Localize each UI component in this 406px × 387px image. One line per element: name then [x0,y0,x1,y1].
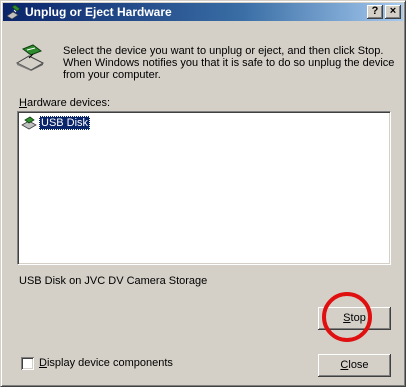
unplug-hardware-icon [15,44,45,71]
list-item[interactable]: USB Disk [21,115,91,130]
close-button-text: lose [348,359,369,371]
display-components-checkbox[interactable] [21,357,34,370]
display-components-text: isplay device components [46,357,173,369]
close-button[interactable]: Close [318,354,391,377]
instructions-text: Select the device you want to unplug or … [63,45,395,81]
display-components-label[interactable]: Display device components [39,357,173,369]
display-components-mnemonic: D [39,357,47,369]
window-title: Unplug or Eject Hardware [25,5,172,19]
usb-disk-icon [21,116,37,129]
device-description: USB Disk on JVC DV Camera Storage [19,275,208,287]
window-close-button[interactable]: × [385,5,401,19]
hardware-devices-label-text: ardware devices: [26,97,111,109]
eject-hardware-icon [6,4,21,20]
help-button[interactable]: ? [367,5,383,19]
hardware-devices-list[interactable]: USB Disk [17,111,391,265]
device-item-label: USB Disk [39,115,91,130]
title-bar[interactable]: Unplug or Eject Hardware ? × [3,3,403,21]
hardware-devices-label-mnemonic: H [19,97,27,109]
annotation-circle [322,292,372,342]
unplug-eject-dialog: Unplug or Eject Hardware ? × Select the … [0,0,406,387]
hardware-devices-label: Hardware devices: [19,97,110,109]
